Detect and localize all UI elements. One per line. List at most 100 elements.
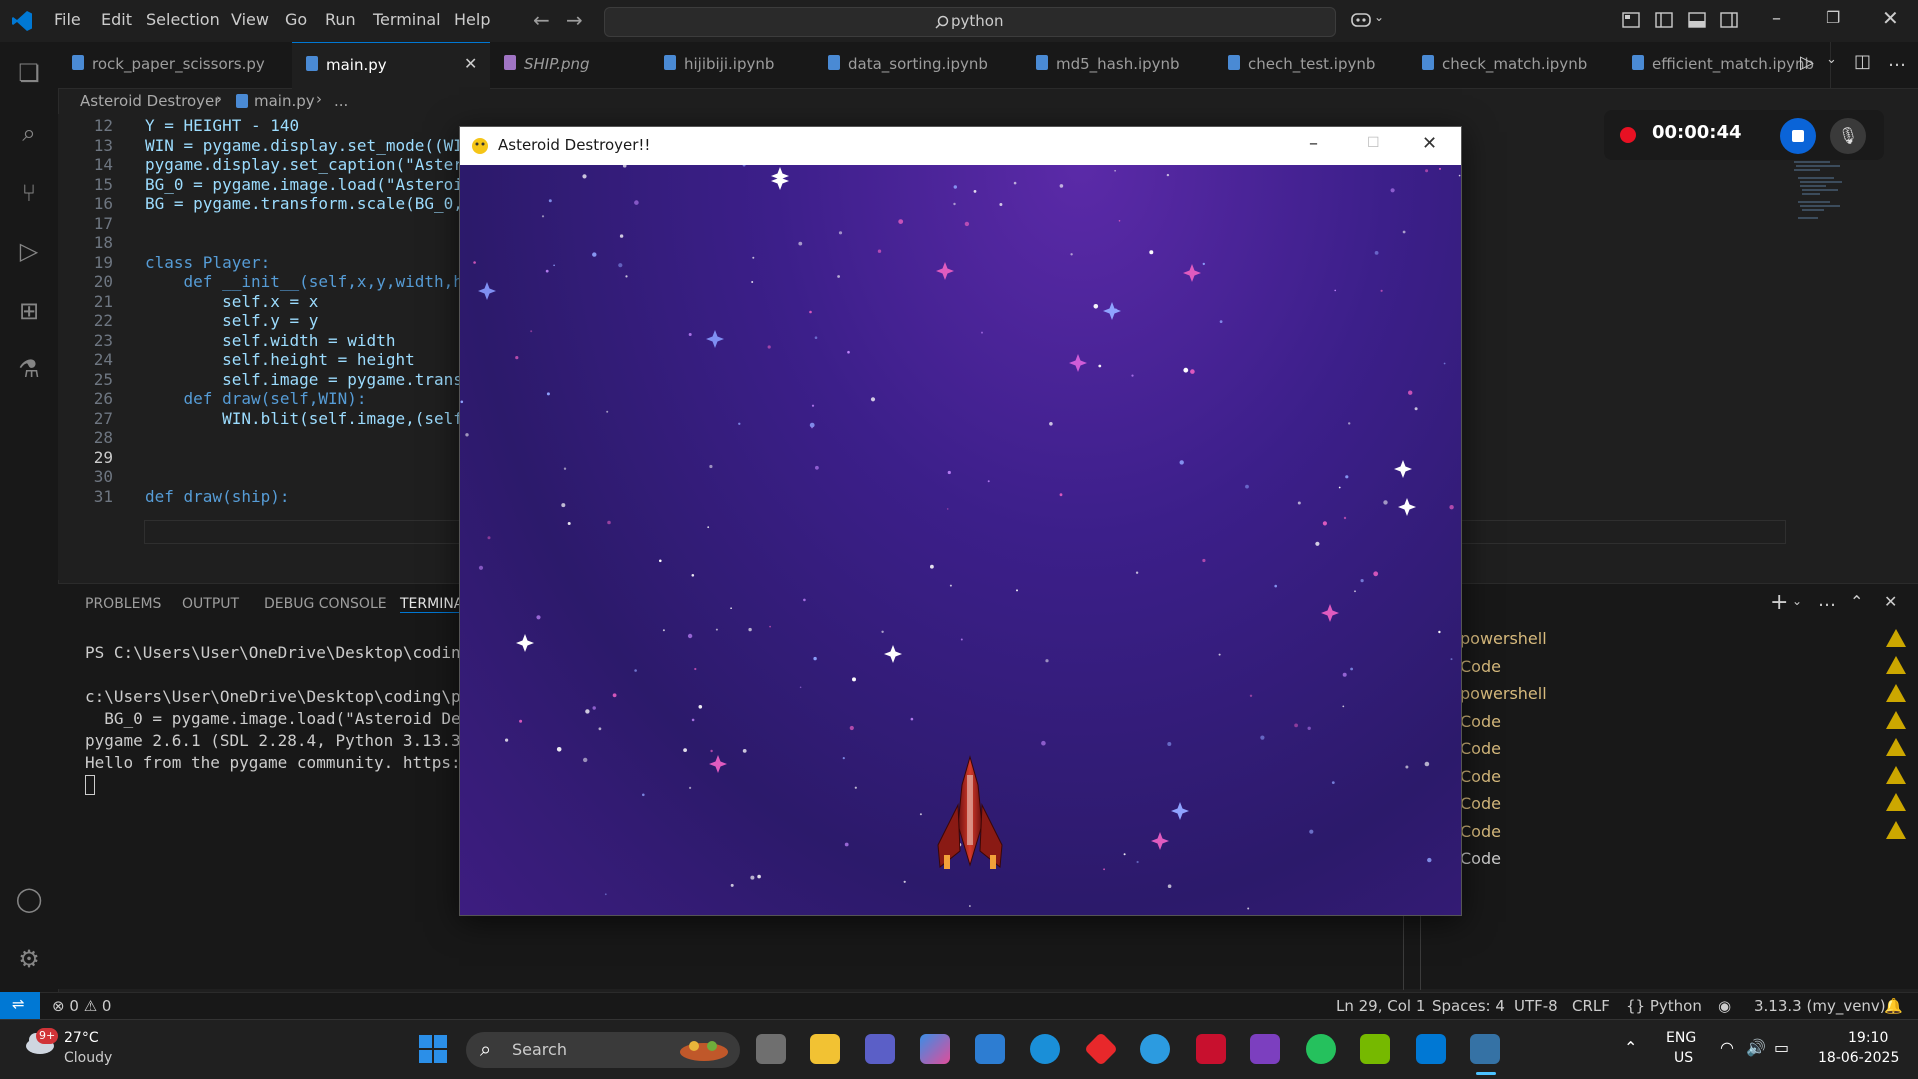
- nvidia-icon[interactable]: [1360, 1034, 1390, 1064]
- panel-tab-output[interactable]: OUTPUT: [182, 596, 239, 612]
- show-hidden-icons[interactable]: ⌃: [1624, 1038, 1637, 1057]
- extensions-icon[interactable]: ⊞: [14, 296, 44, 326]
- vscode-taskbar-icon[interactable]: [1416, 1034, 1446, 1064]
- volume-icon[interactable]: 🔊: [1746, 1038, 1766, 1057]
- minimap[interactable]: [1790, 156, 1850, 236]
- language-mode[interactable]: {} Python: [1626, 997, 1702, 1015]
- microsoft-store-icon[interactable]: [975, 1034, 1005, 1064]
- terminal-list-item[interactable]: Code: [1460, 739, 1501, 758]
- cursor-position[interactable]: Ln 29, Col 1: [1336, 997, 1425, 1015]
- mute-mic-icon[interactable]: 🎙: [1830, 118, 1866, 154]
- code-line[interactable]: self.image = pygame.trans: [145, 370, 463, 389]
- notifications-bell-icon[interactable]: 🔔: [1884, 997, 1903, 1015]
- clock-time[interactable]: 19:10: [1848, 1030, 1888, 1046]
- teams-icon[interactable]: [865, 1034, 895, 1064]
- stop-recording-button[interactable]: [1780, 118, 1816, 154]
- menu-terminal[interactable]: Terminal: [373, 10, 441, 29]
- terminal-list-item[interactable]: Code: [1460, 712, 1501, 731]
- edge-browser-icon[interactable]: [1030, 1034, 1060, 1064]
- code-line[interactable]: pygame.display.set_caption("Aster: [145, 155, 463, 174]
- code-line[interactable]: WIN.blit(self.image,(self: [145, 409, 463, 428]
- terminal-list-item[interactable]: Code: [1460, 657, 1501, 676]
- split-editor-icon[interactable]: ◫: [1854, 51, 1871, 72]
- menu-file[interactable]: File: [54, 10, 81, 29]
- panel-more-icon[interactable]: …: [1818, 590, 1836, 611]
- menu-help[interactable]: Help: [454, 10, 490, 29]
- menu-run[interactable]: Run: [325, 10, 356, 29]
- remote-indicator-button[interactable]: ⇌: [0, 992, 40, 1019]
- menu-selection[interactable]: Selection: [146, 10, 220, 29]
- wifi-icon[interactable]: ◠: [1720, 1038, 1734, 1057]
- code-line[interactable]: def draw(self,WIN):: [145, 389, 367, 408]
- code-line[interactable]: BG_0 = pygame.image.load("Asteroi: [145, 175, 463, 194]
- help-app-icon[interactable]: [1140, 1034, 1170, 1064]
- maximize-panel-icon[interactable]: ⌃: [1850, 592, 1863, 611]
- battery-icon[interactable]: ▭: [1774, 1038, 1789, 1057]
- toggle-panel-icon[interactable]: [1688, 12, 1706, 28]
- command-center-search[interactable]: python: [604, 7, 1336, 37]
- panel-tab-problems[interactable]: PROBLEMS: [85, 596, 161, 612]
- settings-gear-icon[interactable]: ⚙: [14, 944, 44, 974]
- copilot-chevron-icon[interactable]: ⌄: [1374, 10, 1384, 24]
- account-icon[interactable]: ◯: [14, 884, 44, 914]
- tab-rock-paper-scissors[interactable]: rock_paper_scissors.py: [58, 42, 293, 88]
- code-line[interactable]: def draw(ship):: [145, 487, 290, 506]
- breadcrumb-rest[interactable]: ...: [334, 92, 348, 110]
- new-terminal-icon[interactable]: +: [1770, 590, 1788, 615]
- end-of-line[interactable]: CRLF: [1572, 997, 1610, 1015]
- task-view-icon[interactable]: [756, 1034, 786, 1064]
- indentation[interactable]: Spaces: 4: [1432, 997, 1505, 1015]
- clock-date[interactable]: 18-06-2025: [1818, 1050, 1899, 1066]
- code-line[interactable]: def __init__(self,x,y,width,h: [145, 272, 463, 291]
- problems-status[interactable]: ⊗ 0 ⚠ 0: [52, 997, 111, 1015]
- code-line[interactable]: BG = pygame.transform.scale(BG_0,: [145, 194, 463, 213]
- panel-tab-debug-console[interactable]: DEBUG CONSOLE: [264, 596, 387, 612]
- terminal-chevron-icon[interactable]: ⌄: [1792, 594, 1802, 608]
- forward-arrow-icon[interactable]: →: [566, 8, 583, 32]
- code-line[interactable]: self.height = height: [145, 350, 415, 369]
- python-taskbar-icon[interactable]: [1470, 1034, 1500, 1064]
- code-line[interactable]: self.x = x: [145, 292, 318, 311]
- windows-start-icon[interactable]: [418, 1034, 448, 1064]
- game-canvas[interactable]: [460, 165, 1461, 915]
- code-line[interactable]: class Player:: [145, 253, 270, 272]
- menu-edit[interactable]: Edit: [101, 10, 132, 29]
- search-icon[interactable]: ⌕: [14, 118, 44, 148]
- mcafee-icon[interactable]: [1196, 1034, 1226, 1064]
- code-line[interactable]: self.y = y: [145, 311, 318, 330]
- tab-chech-test[interactable]: chech_test.ipynb: [1214, 42, 1409, 88]
- menu-view[interactable]: View: [231, 10, 269, 29]
- input-region[interactable]: US: [1674, 1050, 1693, 1066]
- close-panel-icon[interactable]: ✕: [1884, 592, 1897, 611]
- terminal-list-item[interactable]: powershell: [1460, 684, 1547, 703]
- input-language[interactable]: ENG: [1666, 1030, 1696, 1046]
- run-file-icon[interactable]: ▷: [1800, 52, 1814, 73]
- explorer-icon[interactable]: ❏: [14, 58, 44, 88]
- menu-go[interactable]: Go: [285, 10, 307, 29]
- game-close-icon[interactable]: ✕: [1422, 133, 1437, 154]
- visual-studio-icon[interactable]: [1250, 1034, 1280, 1064]
- python-interpreter[interactable]: 3.13.3 (my_venv): [1754, 997, 1886, 1015]
- back-arrow-icon[interactable]: ←: [533, 8, 550, 32]
- code-line[interactable]: Y = HEIGHT - 140: [145, 116, 299, 135]
- terminal-list-item[interactable]: Code: [1460, 849, 1501, 868]
- minimize-icon[interactable]: –: [1772, 8, 1781, 29]
- code-line[interactable]: self.width = width: [145, 331, 395, 350]
- whatsapp-icon[interactable]: [1306, 1034, 1336, 1064]
- copilot-icon[interactable]: [1350, 10, 1372, 30]
- breadcrumb-folder[interactable]: Asteroid Destroyer: [80, 92, 220, 110]
- close-tab-icon[interactable]: ✕: [464, 54, 477, 73]
- run-debug-icon[interactable]: ▷: [14, 236, 44, 266]
- tab-md5-hash[interactable]: md5_hash.ipynb: [1022, 42, 1215, 88]
- tab-hijibiji[interactable]: hijibiji.ipynb: [650, 42, 815, 88]
- run-chevron-icon[interactable]: ⌄: [1826, 52, 1837, 67]
- game-window-titlebar[interactable]: Asteroid Destroyer!! – ☐ ✕: [460, 127, 1461, 165]
- copilot-app-icon[interactable]: [920, 1034, 950, 1064]
- source-control-icon[interactable]: ⑂: [14, 178, 44, 208]
- restore-icon[interactable]: ❐: [1826, 8, 1840, 27]
- game-minimize-icon[interactable]: –: [1309, 133, 1318, 154]
- close-window-icon[interactable]: ✕: [1882, 6, 1899, 30]
- tab-main-py[interactable]: main.py ✕: [292, 42, 491, 89]
- toggle-sidebar-icon[interactable]: [1655, 12, 1673, 28]
- terminal-list-item[interactable]: Code: [1460, 794, 1501, 813]
